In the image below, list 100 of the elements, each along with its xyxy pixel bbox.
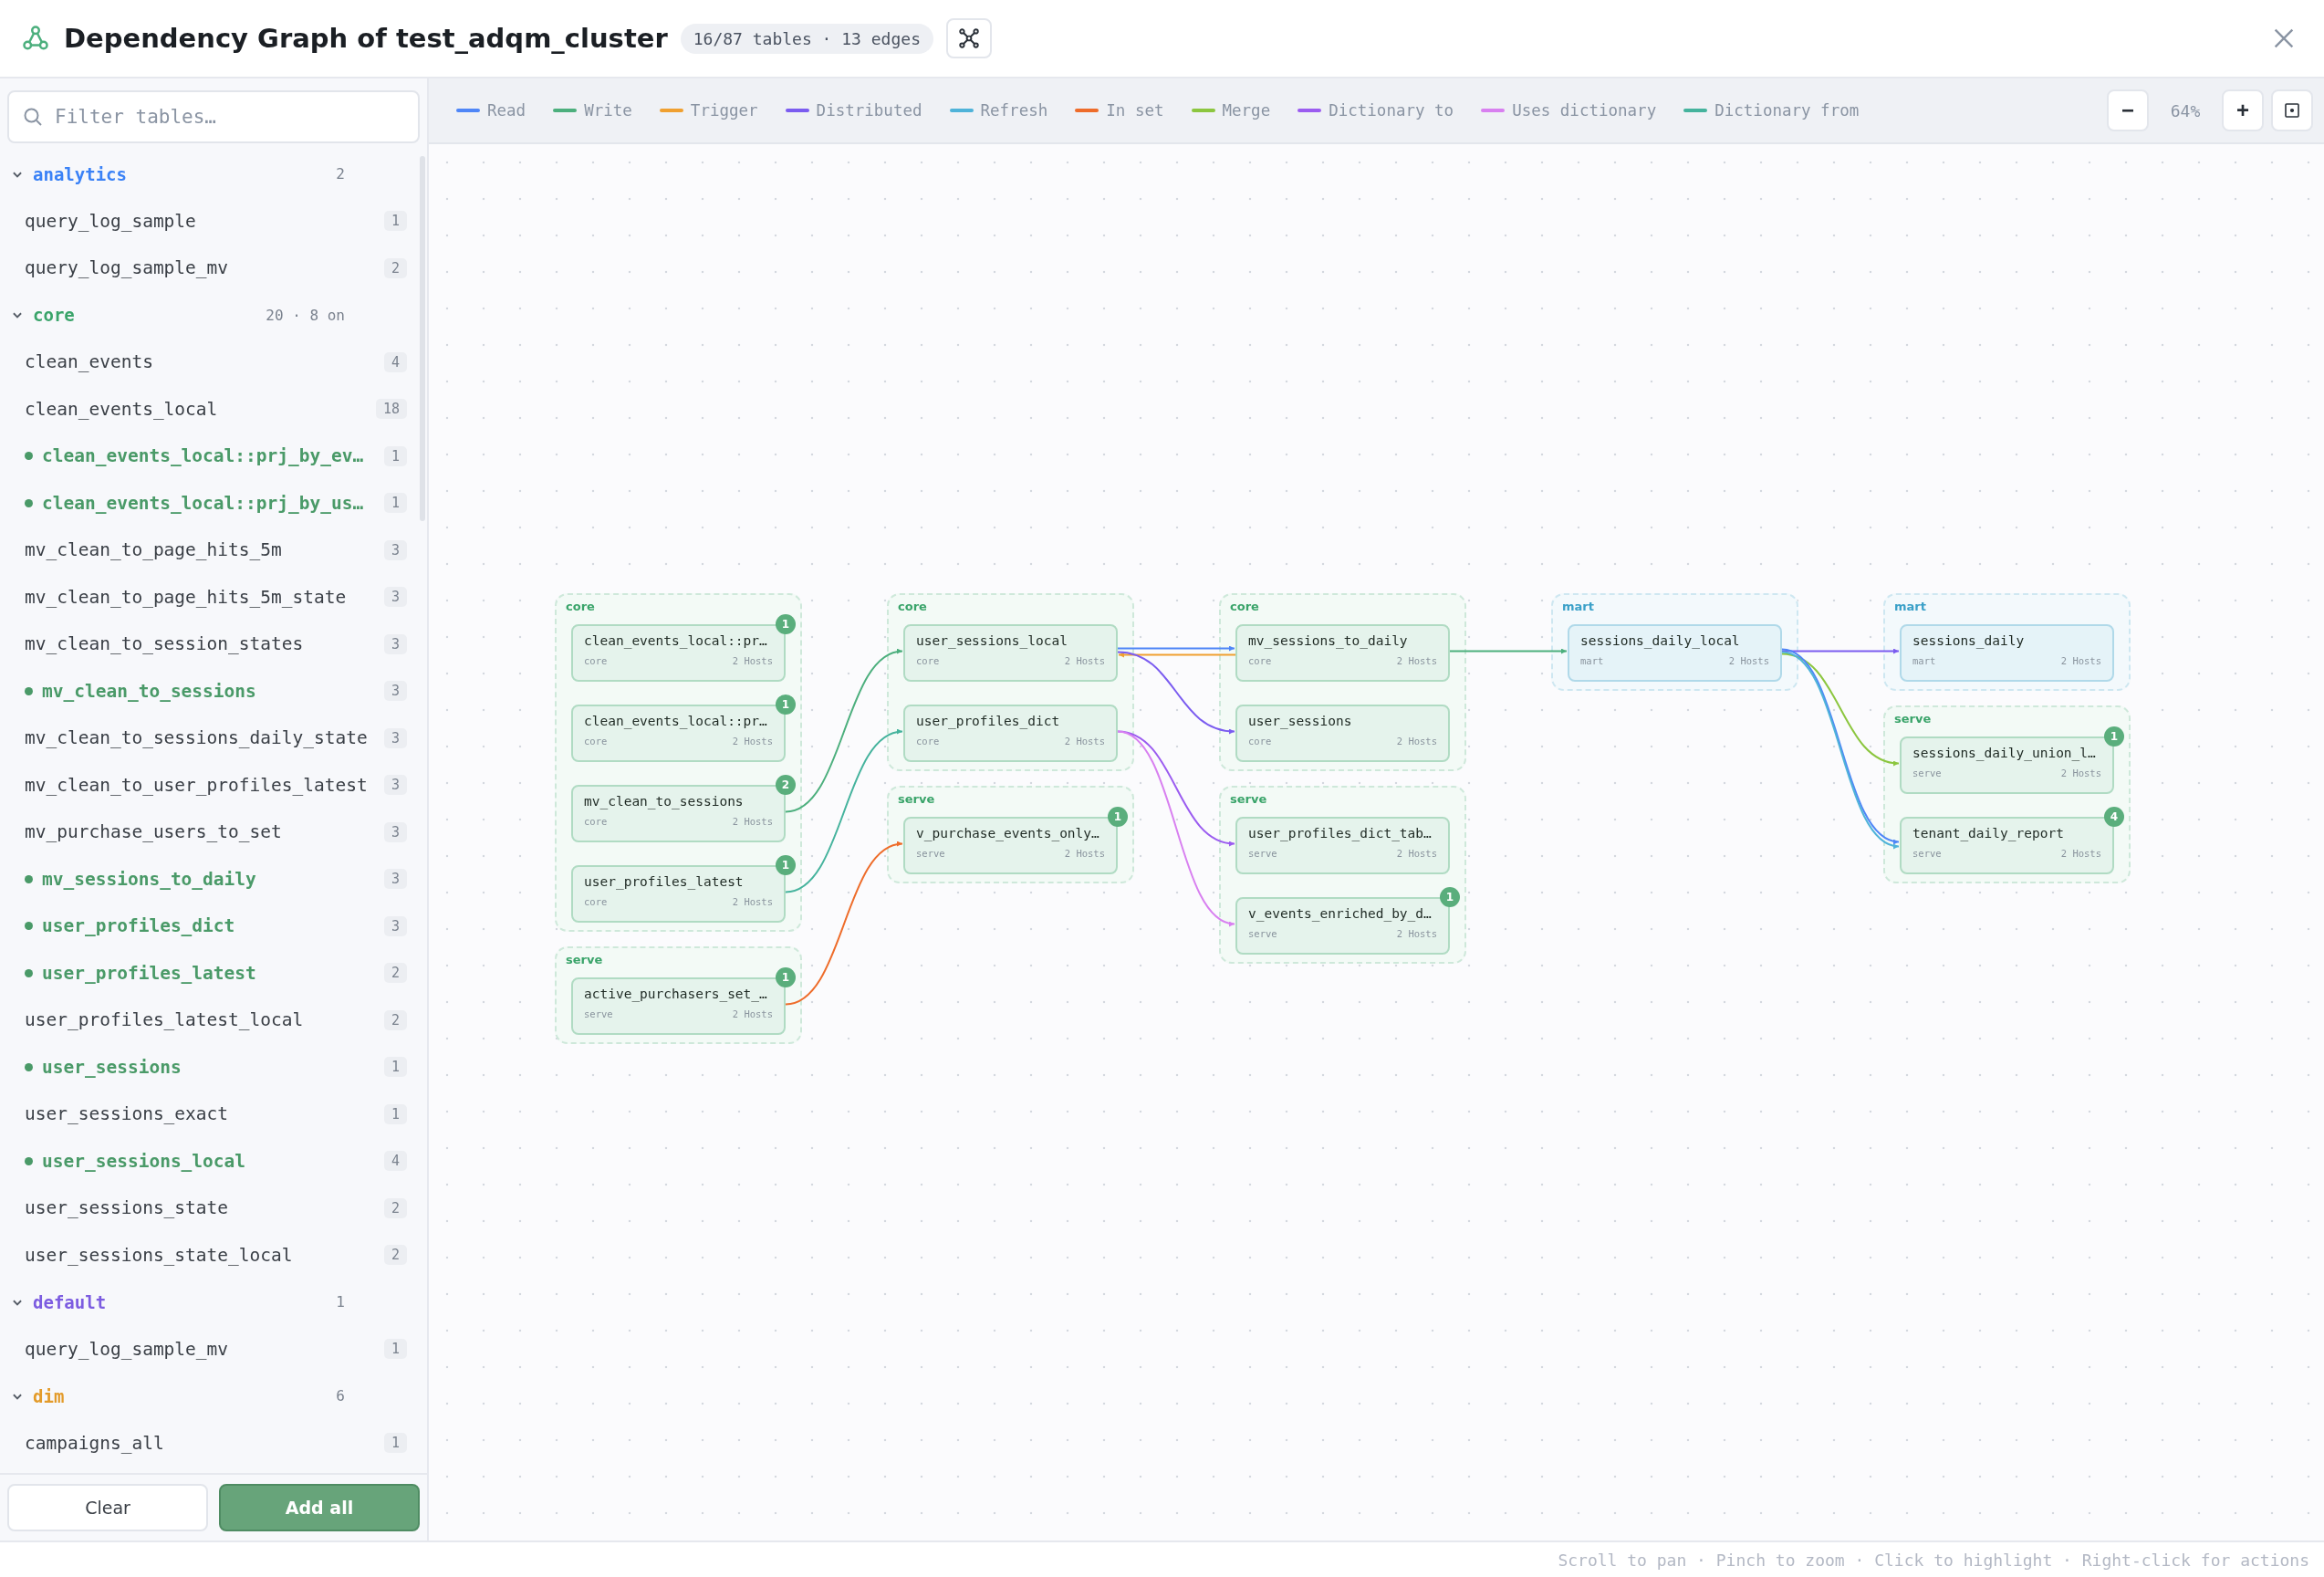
node-hosts: 2 Hosts: [1064, 655, 1105, 666]
table-list-item[interactable]: mv_purchase_users_to_set 3: [7, 809, 407, 856]
count-badge: 1: [383, 1103, 407, 1124]
clear-button[interactable]: Clear: [7, 1484, 208, 1531]
count-badge: 2: [383, 1197, 407, 1218]
table-list-item[interactable]: mv_clean_to_sessions_daily_state 3: [7, 715, 407, 762]
node-schema: mart: [1912, 655, 1936, 666]
node-title: user_sessions_local: [916, 633, 1068, 648]
table-list-item[interactable]: user_sessions_state_local 2: [7, 1231, 407, 1279]
node-hosts: 2 Hosts: [2060, 768, 2101, 778]
count-badge: 2: [776, 775, 796, 795]
node-title: clean_events_local::pr…: [584, 633, 768, 648]
count-badge: 1: [383, 493, 407, 514]
zoom-level: 64%: [2169, 100, 2202, 120]
table-node[interactable]: user_sessions core 2 Hosts: [1235, 705, 1450, 762]
table-node[interactable]: sessions_daily mart 2 Hosts: [1900, 624, 2114, 682]
group-label: serve: [1894, 712, 1932, 726]
node-schema: core: [584, 816, 608, 827]
node-title: mv_sessions_to_daily: [1248, 633, 1409, 648]
schema-name: core: [33, 305, 75, 326]
zoom-out-button[interactable]: −: [2107, 89, 2149, 131]
count-badge: 1: [1440, 887, 1460, 907]
table-list-item[interactable]: campaigns_all 1: [7, 1419, 407, 1467]
table-list-item[interactable]: mv_clean_to_session_states 3: [7, 621, 407, 668]
selected-dot-icon: [25, 922, 33, 931]
table-list-item[interactable]: query_log_sample_mv 1: [7, 1325, 407, 1373]
help-hint: Scroll to pan · Pinch to zoom · Click to highlight · Right-click for actions: [1558, 1550, 2309, 1570]
count-badge: 3: [383, 869, 407, 890]
table-list-item[interactable]: mv_clean_to_page_hits_5m_state 3: [7, 573, 407, 621]
table-node[interactable]: user_sessions_local core 2 Hosts: [903, 624, 1118, 682]
count-badge: 3: [383, 727, 407, 748]
schema-name: default: [33, 1291, 107, 1312]
table-node[interactable]: mv_sessions_to_daily core 2 Hosts: [1235, 624, 1450, 682]
node-hosts: 2 Hosts: [732, 1008, 773, 1019]
count-badge: 2: [383, 1245, 407, 1266]
group-label: core: [566, 600, 595, 613]
table-node[interactable]: user_profiles_dict_tab… serve 2 Hosts: [1235, 817, 1450, 874]
count-badge: 1: [776, 967, 796, 987]
table-list-item[interactable]: user_sessions_local 4: [7, 1137, 407, 1185]
group-label: core: [898, 600, 927, 613]
node-schema: serve: [584, 1008, 613, 1019]
layout-button[interactable]: [945, 18, 992, 58]
node-title: active_purchasers_set_…: [584, 987, 768, 1001]
schema-count: 20 · 8 on: [266, 306, 345, 324]
count-badge: 1: [383, 211, 407, 232]
table-node[interactable]: user_profiles_dict core 2 Hosts: [903, 705, 1118, 762]
schema-group-header[interactable]: analytics 2: [7, 151, 407, 198]
table-list-item[interactable]: mv_clean_to_page_hits_5m 3: [7, 527, 407, 574]
group-label: mart: [1562, 600, 1594, 613]
node-schema: core: [584, 736, 608, 747]
search-icon: [22, 106, 44, 128]
table-list-item[interactable]: clean_events_local 18: [7, 385, 407, 433]
node-schema: core: [916, 736, 940, 747]
count-badge: 18: [375, 399, 407, 420]
zoom-in-button[interactable]: +: [2222, 89, 2264, 131]
schema-group-header[interactable]: default 1: [7, 1279, 407, 1326]
count-badge: 4: [383, 1151, 407, 1172]
table-list-item[interactable]: query_log_sample_mv 2: [7, 245, 407, 292]
legend-label: Merge: [1222, 101, 1271, 120]
summary-badge: 16/87 tables · 13 edges: [680, 23, 933, 54]
selected-dot-icon: [25, 874, 33, 883]
node-hosts: 2 Hosts: [1064, 736, 1105, 747]
count-badge: 3: [383, 915, 407, 936]
table-node[interactable]: sessions_daily_local mart 2 Hosts: [1568, 624, 1782, 682]
node-hosts: 2 Hosts: [1396, 928, 1437, 939]
node-title: sessions_daily: [1912, 633, 2026, 648]
count-badge: 3: [383, 821, 407, 842]
count-badge: 3: [383, 587, 407, 608]
node-schema: core: [584, 896, 608, 907]
table-list-item[interactable]: query_log_sample 1: [7, 197, 407, 245]
node-schema: serve: [1248, 848, 1277, 859]
table-list-item[interactable]: mv_clean_to_user_profiles_latest 3: [7, 761, 407, 809]
count-badge: 4: [2104, 807, 2124, 827]
node-title: mv_clean_to_sessions: [584, 794, 745, 809]
node-title: clean_events_local::pr…: [584, 714, 768, 728]
fit-view-button[interactable]: [2271, 89, 2313, 131]
count-badge: 1: [776, 695, 796, 715]
scrollbar-thumb[interactable]: [420, 156, 425, 521]
node-hosts: 2 Hosts: [1728, 655, 1769, 666]
node-schema: mart: [1580, 655, 1604, 666]
node-hosts: 2 Hosts: [732, 896, 773, 907]
node-schema: serve: [916, 848, 945, 859]
table-list-item[interactable]: user_sessions_exact 1: [7, 1091, 407, 1138]
group-label: serve: [566, 953, 603, 966]
node-title: user_sessions: [1248, 714, 1353, 728]
schema-count: 1: [336, 1293, 345, 1311]
schema-group-header[interactable]: core 20 · 8 on: [7, 291, 407, 339]
selected-dot-icon: [25, 1156, 33, 1165]
table-list-item[interactable]: user_profiles_latest_local 2: [7, 997, 407, 1044]
count-badge: 3: [383, 633, 407, 654]
group-label: serve: [1230, 792, 1267, 806]
fit-view-icon: [2283, 101, 2301, 120]
count-badge: 1: [1108, 807, 1128, 827]
node-schema: core: [1248, 655, 1272, 666]
selected-dot-icon: [25, 968, 33, 977]
table-list-item[interactable]: user_sessions_state 2: [7, 1185, 407, 1232]
search-field[interactable]: Filter tables…: [7, 90, 420, 143]
selected-dot-icon: [25, 452, 33, 461]
schema-group-header[interactable]: dim 6: [7, 1373, 407, 1420]
table-list-item[interactable]: clean_events 4: [7, 339, 407, 386]
